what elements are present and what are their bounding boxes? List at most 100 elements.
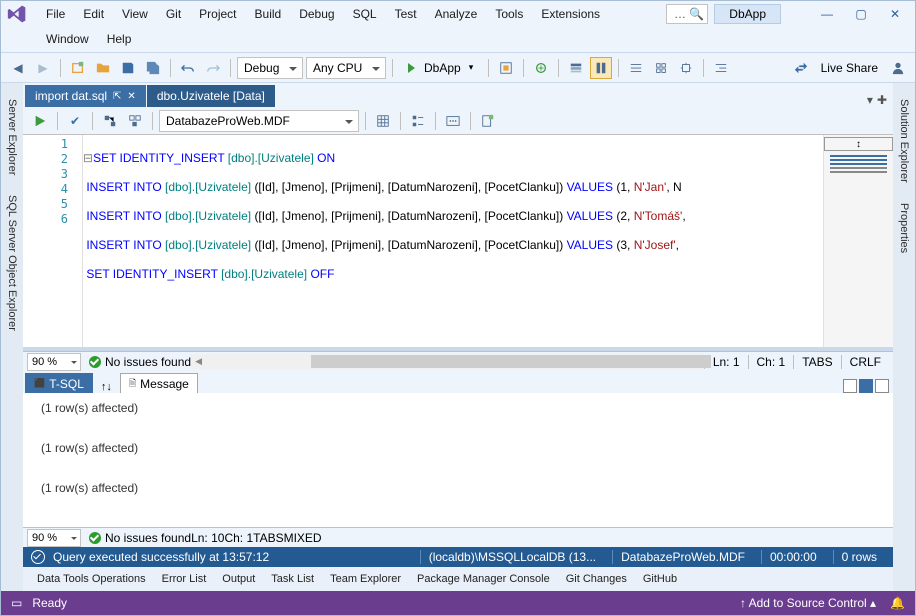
close-tab-icon[interactable]: ✕: [127, 91, 135, 102]
tab-tsql[interactable]: ⬛T-SQL: [25, 373, 93, 393]
results-text-icon[interactable]: [407, 110, 429, 132]
vs-logo: [7, 4, 27, 24]
status-text: Ready: [32, 596, 67, 610]
tab-team-explorer[interactable]: Team Explorer: [324, 571, 407, 587]
results-tabstrip: ⬛T-SQL ↑↓ 🗎Message: [23, 371, 893, 393]
layout-btn-2[interactable]: [859, 379, 873, 393]
redo-button[interactable]: [202, 57, 224, 79]
document-tabs: import dat.sql ⇱ ✕ dbo.Uzivatele [Data] …: [23, 83, 893, 107]
execution-statusbar: Query executed successfully at 13:57:12 …: [23, 547, 893, 567]
close-button[interactable]: ✕: [881, 3, 909, 25]
tb-icon-5[interactable]: [625, 57, 647, 79]
solution-name: DbApp: [714, 4, 781, 24]
menu-file[interactable]: File: [37, 4, 74, 24]
line-indicator-2: Ln: 10: [191, 531, 224, 545]
line-gutter: 1 2 3 4 5 6: [23, 135, 83, 347]
platform-combo[interactable]: Any CPU: [306, 57, 386, 79]
menu-build[interactable]: Build: [246, 4, 291, 24]
start-debug-button[interactable]: DbApp▾: [399, 57, 482, 79]
tab-error-list[interactable]: Error List: [156, 571, 213, 587]
plan2-icon[interactable]: [124, 110, 146, 132]
maximize-button[interactable]: ▢: [847, 3, 875, 25]
results-statusbar: 90 % No issues found Ln: 10 Ch: 1 TABS M…: [23, 527, 893, 547]
tb-icon-7[interactable]: [675, 57, 697, 79]
new-query-icon[interactable]: [477, 110, 499, 132]
left-sidebar: Server Explorer SQL Server Object Explor…: [1, 83, 23, 591]
sqlcmd-icon[interactable]: [442, 110, 464, 132]
source-control-button[interactable]: ↑ Add to Source Control ▴: [740, 596, 876, 610]
tab-pkg-console[interactable]: Package Manager Console: [411, 571, 556, 587]
plan-icon[interactable]: [99, 110, 121, 132]
execute-button[interactable]: [29, 110, 51, 132]
save-all-button[interactable]: [142, 57, 164, 79]
menu-edit[interactable]: Edit: [74, 4, 113, 24]
check-icon: [89, 356, 101, 368]
pin-icon[interactable]: ⇱: [113, 91, 121, 102]
open-button[interactable]: [92, 57, 114, 79]
tab-arrows[interactable]: ↑↓: [95, 381, 118, 393]
config-combo[interactable]: Debug: [237, 57, 303, 79]
message-pane[interactable]: (1 row(s) affected) (1 row(s) affected) …: [23, 393, 893, 527]
database-combo[interactable]: DatabazeProWeb.MDF: [159, 110, 359, 132]
code-editor[interactable]: ⊟SET IDENTITY_INSERT [dbo].[Uzivatele] O…: [83, 135, 823, 347]
right-sidebar: Solution Explorer Properties: [893, 83, 915, 591]
tab-uzivatele-data[interactable]: dbo.Uzivatele [Data]: [147, 85, 275, 107]
tab-overflow-icon[interactable]: ▾: [867, 93, 873, 107]
tab-import-sql[interactable]: import dat.sql ⇱ ✕: [25, 85, 146, 107]
live-share-icon[interactable]: [790, 57, 812, 79]
tb-icon-6[interactable]: [650, 57, 672, 79]
minimize-button[interactable]: —: [813, 3, 841, 25]
menu-help[interactable]: Help: [98, 29, 141, 49]
tab-data-tools[interactable]: Data Tools Operations: [31, 571, 152, 587]
search-box[interactable]: … 🔍: [666, 4, 708, 24]
menu-sql[interactable]: SQL: [344, 4, 386, 24]
h-scrollbar[interactable]: ◀▶: [191, 354, 704, 369]
menu-analyze[interactable]: Analyze: [426, 4, 487, 24]
indent-indicator-2: TABS: [253, 531, 283, 545]
menu-git[interactable]: Git: [157, 4, 190, 24]
tab-git-changes[interactable]: Git Changes: [560, 571, 633, 587]
tb-icon-8[interactable]: [710, 57, 732, 79]
split-icon[interactable]: ↕: [824, 137, 893, 151]
menu-extensions[interactable]: Extensions: [532, 4, 609, 24]
menu-test[interactable]: Test: [386, 4, 426, 24]
tb-icon-4[interactable]: [590, 57, 612, 79]
properties-tab[interactable]: Properties: [895, 195, 913, 261]
account-icon[interactable]: [887, 57, 909, 79]
tb-icon-2[interactable]: [530, 57, 552, 79]
layout-btn-1[interactable]: [843, 379, 857, 393]
tab-task-list[interactable]: Task List: [265, 571, 320, 587]
col-indicator-2: Ch: 1: [224, 531, 253, 545]
menu-view[interactable]: View: [113, 4, 157, 24]
tb-icon-3[interactable]: [565, 57, 587, 79]
menu-debug[interactable]: Debug: [290, 4, 343, 24]
notifications-icon[interactable]: 🔔: [890, 596, 905, 610]
zoom-combo[interactable]: 90 %: [27, 353, 81, 371]
zoom-combo-2[interactable]: 90 %: [27, 529, 81, 547]
layout-btn-3[interactable]: [875, 379, 889, 393]
new-project-button[interactable]: [67, 57, 89, 79]
tab-pinboard-icon[interactable]: ✚: [877, 93, 887, 107]
check-icon: [89, 532, 101, 544]
solution-explorer-tab[interactable]: Solution Explorer: [895, 91, 913, 191]
sql-object-explorer-tab[interactable]: SQL Server Object Explorer: [3, 187, 21, 339]
minimap[interactable]: ↕: [823, 135, 893, 347]
undo-button[interactable]: [177, 57, 199, 79]
save-button[interactable]: [117, 57, 139, 79]
live-share-label[interactable]: Live Share: [815, 61, 884, 75]
menu-window[interactable]: Window: [37, 29, 98, 49]
server-explorer-tab[interactable]: Server Explorer: [3, 91, 21, 183]
database-info: DatabazeProWeb.MDF: [612, 550, 753, 564]
menu-project[interactable]: Project: [190, 4, 245, 24]
tab-github[interactable]: GitHub: [637, 571, 683, 587]
menu-tools[interactable]: Tools: [486, 4, 532, 24]
tab-message[interactable]: 🗎Message: [120, 373, 198, 393]
sql-toolbar: ✔ DatabazeProWeb.MDF: [23, 107, 893, 135]
connection-info: (localdb)\MSSQLLocalDB (13...: [420, 550, 604, 564]
tb-icon-1[interactable]: [495, 57, 517, 79]
nav-back-button[interactable]: ◀: [7, 57, 29, 79]
nav-fwd-button[interactable]: ▶: [32, 57, 54, 79]
results-grid-icon[interactable]: [372, 110, 394, 132]
tab-output[interactable]: Output: [216, 571, 261, 587]
check-button[interactable]: ✔: [64, 110, 86, 132]
